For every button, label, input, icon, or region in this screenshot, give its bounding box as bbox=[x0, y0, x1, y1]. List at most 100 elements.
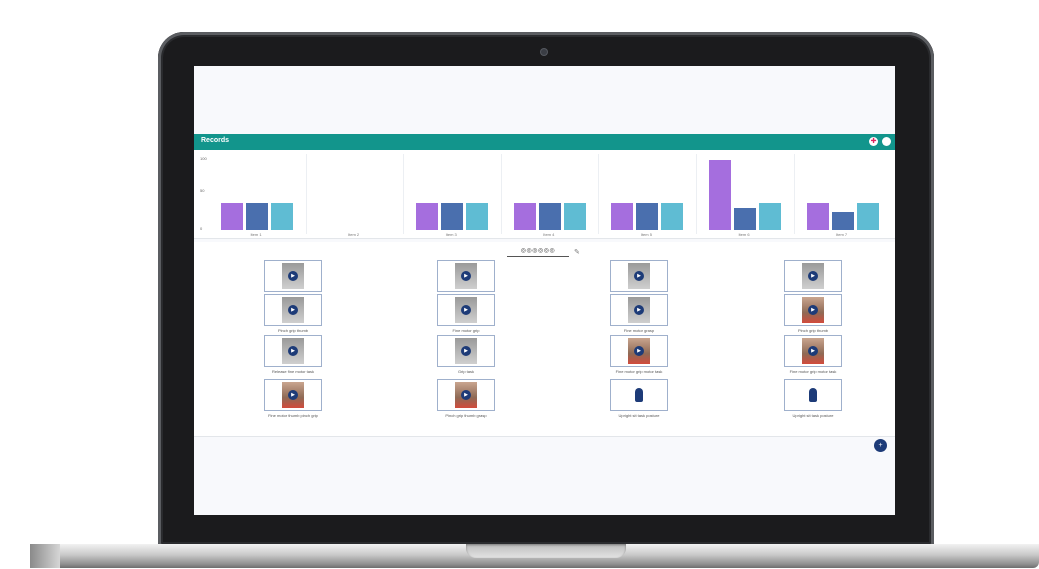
category-label: Item 1 bbox=[250, 232, 262, 237]
y-tick-label: 100 bbox=[200, 156, 207, 161]
thumbnail-frame: ▶ bbox=[437, 379, 495, 411]
play-icon[interactable]: ▶ bbox=[288, 305, 298, 315]
thumbnail-frame: ▶ bbox=[264, 260, 322, 292]
pencil-icon[interactable]: ✎ bbox=[574, 248, 580, 256]
camera-icon bbox=[541, 49, 547, 55]
thumbnail-frame: ▶ bbox=[264, 335, 322, 367]
laptop-notch bbox=[466, 544, 626, 558]
play-icon[interactable]: ▶ bbox=[808, 346, 818, 356]
video-thumbnail[interactable]: ▶ Fine motor thumb pinch grip bbox=[258, 379, 328, 418]
thumbnail-frame bbox=[610, 379, 668, 411]
video-thumbnail[interactable]: ▶ Fine motor grasp bbox=[604, 294, 674, 333]
group-divider bbox=[696, 154, 697, 234]
thumbnail-frame: ▶ bbox=[784, 335, 842, 367]
thumbnail-frame: ▶ bbox=[437, 260, 495, 292]
add-button[interactable]: + bbox=[874, 439, 887, 452]
play-icon[interactable]: ▶ bbox=[634, 271, 644, 281]
video-thumbnail[interactable]: ▶ Release fine motor task bbox=[258, 335, 328, 374]
chart-bar[interactable] bbox=[513, 203, 536, 230]
category-label: Item 3 bbox=[445, 232, 457, 237]
thumbnail-caption: Pinch grip thumb bbox=[797, 328, 828, 333]
thumbnail-grid: ▶Pinch grip▶Fine motor pinch grip▶Pinch … bbox=[194, 242, 895, 437]
person-icon[interactable] bbox=[809, 388, 817, 402]
play-icon[interactable]: ▶ bbox=[288, 390, 298, 400]
chart-bar[interactable] bbox=[806, 203, 829, 230]
chart-bar[interactable] bbox=[709, 159, 731, 230]
chart-bar[interactable] bbox=[856, 203, 879, 230]
video-thumbnail[interactable]: ▶ Fine motor grip motor task bbox=[778, 335, 848, 374]
video-thumbnail[interactable]: ▶ Grip task bbox=[431, 335, 501, 374]
group-divider bbox=[598, 154, 600, 234]
play-icon[interactable]: ▶ bbox=[808, 271, 818, 281]
chart-bar[interactable] bbox=[441, 203, 464, 230]
thumbnail-frame: ▶ bbox=[610, 294, 668, 326]
thumbnail-frame: ▶ bbox=[264, 379, 322, 411]
thumbnail-frame: ▶ bbox=[437, 335, 495, 367]
y-tick-label: 0 bbox=[200, 226, 203, 231]
video-thumbnail[interactable]: ▶ Fine motor grip motor task bbox=[604, 335, 674, 374]
chart-bar[interactable] bbox=[611, 203, 634, 230]
thumbnail-frame: ▶ bbox=[610, 260, 668, 292]
y-tick-label: 50 bbox=[200, 188, 205, 193]
video-thumbnail[interactable]: ▶ Fine motor grip bbox=[431, 294, 501, 333]
chart-bar[interactable] bbox=[538, 203, 561, 230]
play-icon[interactable]: ▶ bbox=[634, 346, 644, 356]
category-label: Item 2 bbox=[348, 232, 360, 237]
video-thumbnail[interactable]: Upright sit task posture bbox=[604, 379, 674, 418]
chart-bar[interactable] bbox=[759, 203, 781, 230]
category-label: Item 6 bbox=[738, 232, 750, 237]
play-icon[interactable]: ▶ bbox=[288, 271, 298, 281]
chart-bar[interactable] bbox=[734, 207, 756, 230]
thumbnail-frame: ▶ bbox=[784, 260, 842, 292]
category-label: Item 4 bbox=[543, 232, 555, 237]
thumbnail-caption: Fine motor grasp bbox=[623, 328, 655, 333]
chart-bar[interactable] bbox=[563, 203, 586, 230]
thumbnail-caption: Grip task bbox=[457, 369, 474, 374]
thumbnail-caption: Release fine motor task bbox=[271, 369, 315, 374]
thumbnail-frame: ▶ bbox=[437, 294, 495, 326]
thumbnail-caption: Fine motor grip motor task bbox=[789, 369, 837, 374]
thumbnail-caption: Fine motor grip bbox=[452, 328, 480, 333]
category-label: Item 7 bbox=[836, 232, 848, 237]
chart-bar[interactable] bbox=[636, 203, 659, 230]
chart-bar[interactable] bbox=[831, 212, 854, 230]
chart-bar[interactable] bbox=[271, 203, 293, 230]
video-thumbnail[interactable]: ▶ Pinch grip thumb bbox=[778, 294, 848, 333]
circle-icon[interactable] bbox=[882, 137, 891, 146]
video-thumbnail[interactable]: Upright sit task posture bbox=[778, 379, 848, 418]
thumbnail-frame bbox=[784, 379, 842, 411]
video-thumbnail[interactable]: ▶ Pinch grip thumb bbox=[258, 294, 328, 333]
play-icon[interactable]: ▶ bbox=[461, 305, 471, 315]
selector-field[interactable]: ◎◎◎◎◎◎ bbox=[507, 247, 569, 257]
chart-bar[interactable] bbox=[221, 203, 243, 230]
play-icon[interactable]: ▶ bbox=[461, 390, 471, 400]
group-divider bbox=[305, 154, 307, 234]
chart-bar[interactable] bbox=[466, 203, 489, 230]
thumbnail-caption: Pinch grip thumb grasp bbox=[445, 413, 487, 418]
chart-bar[interactable] bbox=[416, 203, 439, 230]
chart-bar[interactable] bbox=[661, 203, 684, 230]
screen: Records ✚ 100 50 0 Item 1 Item 2 Item 3 Item 4… bbox=[194, 66, 895, 515]
app-header: Records ✚ bbox=[194, 134, 895, 150]
chart-bar[interactable] bbox=[246, 203, 268, 230]
person-icon[interactable] bbox=[635, 388, 643, 402]
play-icon[interactable]: ▶ bbox=[634, 305, 644, 315]
thumbnail-caption: Fine motor thumb pinch grip bbox=[268, 413, 318, 418]
thumbnail-frame: ▶ bbox=[784, 294, 842, 326]
thumbnail-caption: Upright sit task posture bbox=[792, 413, 834, 418]
shield-icon[interactable]: ✚ bbox=[869, 137, 878, 146]
bar-chart: 100 50 0 Item 1 Item 2 Item 3 Item 4 Item 5 Item… bbox=[194, 150, 895, 239]
thumbnail-caption: Upright sit task posture bbox=[618, 413, 660, 418]
page-title: Records bbox=[201, 137, 230, 144]
category-label: Item 5 bbox=[640, 232, 652, 237]
group-divider bbox=[500, 154, 502, 234]
play-icon[interactable]: ▶ bbox=[808, 305, 818, 315]
video-thumbnail[interactable]: ▶ Pinch grip thumb grasp bbox=[431, 379, 501, 418]
thumbnail-caption: Fine motor grip motor task bbox=[615, 369, 663, 374]
thumbnail-frame: ▶ bbox=[264, 294, 322, 326]
play-icon[interactable]: ▶ bbox=[461, 271, 471, 281]
play-icon[interactable]: ▶ bbox=[461, 346, 471, 356]
thumbnail-caption: Pinch grip thumb bbox=[277, 328, 308, 333]
play-icon[interactable]: ▶ bbox=[288, 346, 298, 356]
thumbnail-frame: ▶ bbox=[610, 335, 668, 367]
